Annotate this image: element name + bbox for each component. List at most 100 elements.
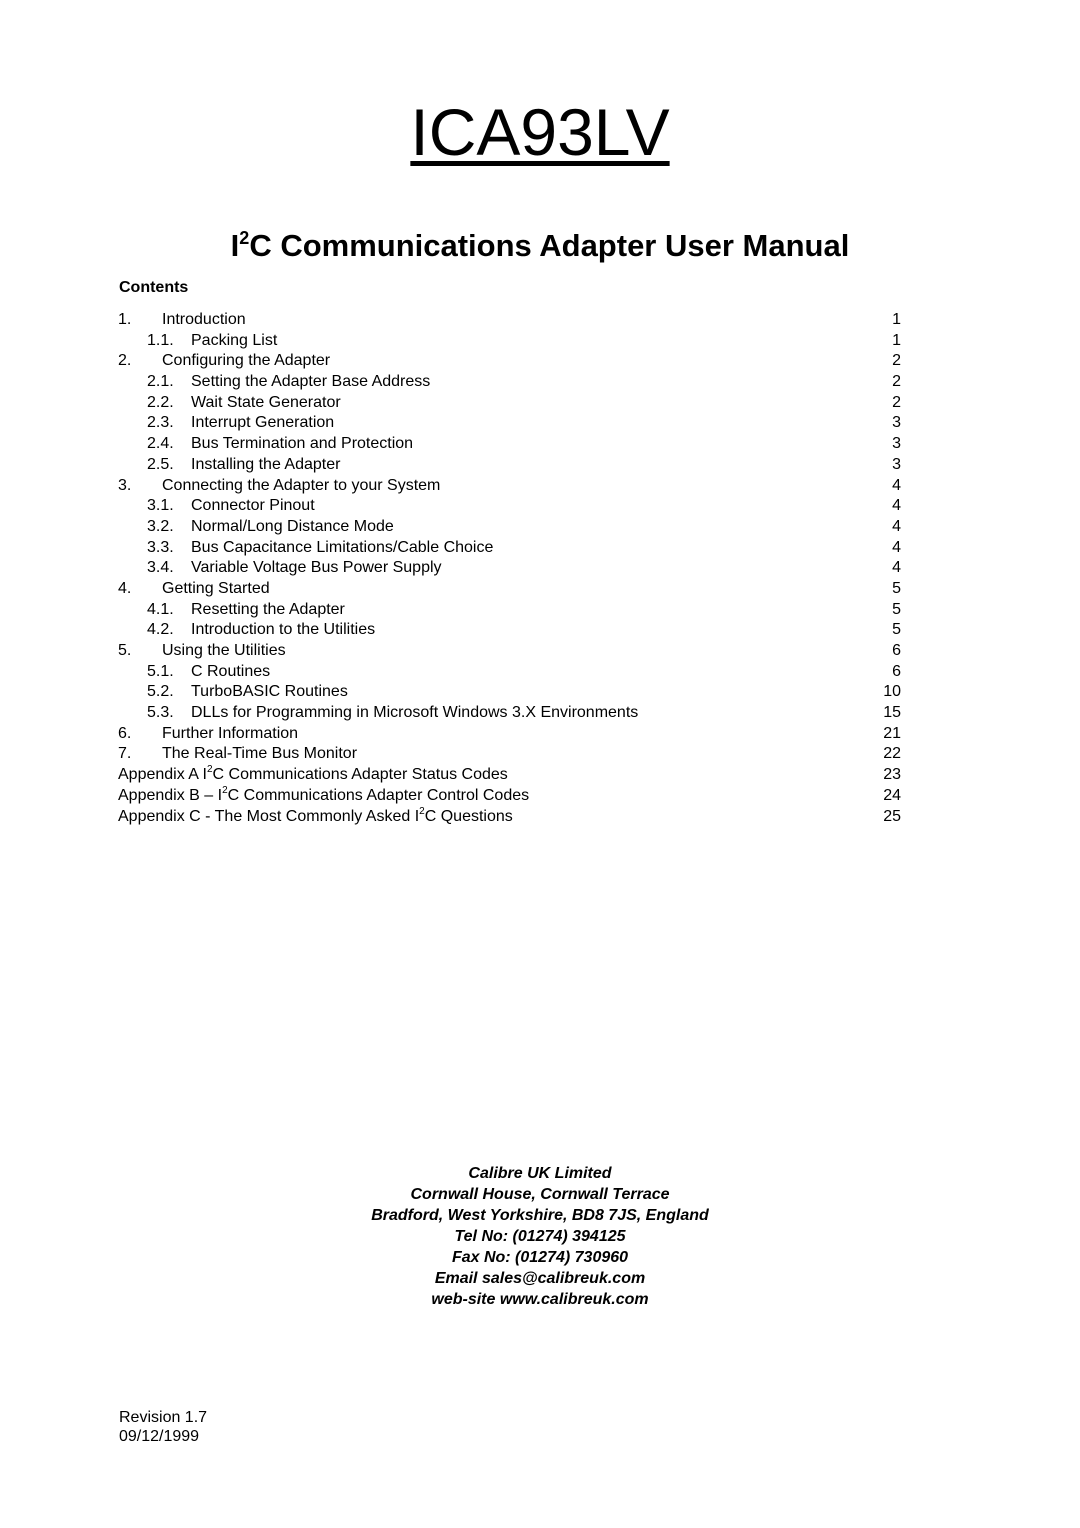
toc-entry-page: 3 <box>892 435 901 453</box>
toc-entry[interactable]: 6. Further Information 21 <box>118 724 904 745</box>
subtitle-superscript: 2 <box>239 228 250 248</box>
toc-entry[interactable]: 3.3. Bus Capacitance Limitations/Cable Ch… <box>118 538 904 559</box>
document-title: ICA93LV <box>410 95 670 169</box>
toc-entry-page: 23 <box>883 766 901 784</box>
company-address: Calibre UK Limited Cornwall House, Cornw… <box>0 1163 1080 1310</box>
toc-entry[interactable]: 1. Introduction 1 <box>118 310 904 331</box>
toc-entry-page: 1 <box>892 311 901 328</box>
subtitle-rest: C Communications Adapter User Manual <box>249 228 850 263</box>
toc-entry-page: 5 <box>892 600 901 618</box>
toc-entry-number: 3.3. <box>147 538 174 556</box>
toc-title-pre: Appendix C - The Most Commonly Asked I <box>118 807 420 825</box>
toc-entry-title: Normal/Long Distance Mode <box>191 517 394 535</box>
toc-entry[interactable]: 5.2. TurboBASIC Routines 10 <box>118 682 904 703</box>
toc-entry[interactable]: 5. Using the Utilities 6 <box>118 641 904 662</box>
toc-entry-number: 5.2. <box>147 683 174 701</box>
toc-entry-page: 4 <box>892 497 901 515</box>
toc-entry-number: 4. <box>118 579 132 597</box>
revision-label: Revision 1.7 <box>119 1409 208 1426</box>
toc-entry[interactable]: 2.1. Setting the Adapter Base Address 2 <box>118 372 904 393</box>
toc-entry[interactable]: 2.4. Bus Termination and Protection 3 <box>118 434 904 455</box>
toc-entry-page: 10 <box>883 683 901 701</box>
toc-entry[interactable]: Appendix B – I2C Communications Adapter … <box>118 785 904 807</box>
toc-entry[interactable]: 3.1. Connector Pinout 4 <box>118 496 904 517</box>
toc-entry-page: 22 <box>883 745 901 763</box>
toc-title-post: C Communications Adapter Status Codes <box>212 766 508 784</box>
toc-entry-page: 4 <box>892 538 901 556</box>
toc-entry-number: 1.1. <box>147 331 174 349</box>
toc-entry-number: 4.1. <box>147 600 174 618</box>
toc-entry-page: 25 <box>883 807 901 825</box>
toc-entry-page: 4 <box>892 559 901 577</box>
telephone: Tel No: (01274) 394125 <box>454 1228 626 1245</box>
toc-entry[interactable]: Appendix C - The Most Commonly Asked I2C… <box>118 806 904 828</box>
toc-entry-title: Setting the Adapter Base Address <box>191 373 431 391</box>
toc-entry-page: 5 <box>892 579 901 597</box>
toc-entry[interactable]: 2. Configuring the Adapter 2 <box>118 351 904 372</box>
toc-entry-title: Appendix C - The Most Commonly Asked I2C… <box>118 806 513 828</box>
toc-entry-title: Configuring the Adapter <box>162 352 331 370</box>
toc-entry-title: DLLs for Programming in Microsoft Window… <box>191 704 639 722</box>
toc-entry-page: 4 <box>892 476 901 494</box>
address-line-1: Cornwall House, Cornwall Terrace <box>410 1186 670 1203</box>
toc-entry[interactable]: 2.3. Interrupt Generation 3 <box>118 413 904 434</box>
toc-entry[interactable]: 3.4. Variable Voltage Bus Power Supply 4 <box>118 558 904 579</box>
toc-entry-number: 2. <box>118 352 132 370</box>
toc-entry-page: 3 <box>892 414 901 432</box>
toc-entry-title: Bus Termination and Protection <box>191 435 414 453</box>
toc-title-post: C Communications Adapter Control Codes <box>227 786 530 804</box>
toc-entry-page: 6 <box>892 662 901 680</box>
toc-entry-title: Getting Started <box>162 579 270 597</box>
toc-entry-page: 15 <box>883 704 901 722</box>
toc-entry[interactable]: 4.1. Resetting the Adapter 5 <box>118 600 904 621</box>
document-subtitle: I2C Communications Adapter User Manual <box>0 226 1080 266</box>
toc-entry[interactable]: 5.1. C Routines 6 <box>118 662 904 683</box>
toc-entry-title: Further Information <box>162 724 299 742</box>
toc-entry-number: 2.4. <box>147 435 174 453</box>
toc-entry-page: 3 <box>892 455 901 473</box>
fax: Fax No: (01274) 730960 <box>451 1249 629 1266</box>
toc-entry-page: 6 <box>892 642 901 659</box>
toc-entry-title: The Real-Time Bus Monitor <box>162 745 358 763</box>
toc-entry-number: 3.2. <box>147 517 174 535</box>
toc-entry-number: 5.1. <box>147 662 174 680</box>
toc-entry-title: Installing the Adapter <box>191 455 341 473</box>
subtitle-prefix: I <box>230 228 240 263</box>
toc-entry[interactable]: 3.2. Normal/Long Distance Mode 4 <box>118 517 904 538</box>
toc-entry-title: Variable Voltage Bus Power Supply <box>191 559 442 577</box>
toc-entry-number: 2.2. <box>147 393 174 411</box>
toc-entry-title: C Routines <box>191 662 271 680</box>
toc-entry-title: Appendix B – I2C Communications Adapter … <box>118 785 530 807</box>
toc-entry-number: 1. <box>118 311 132 328</box>
toc-entry-page: 2 <box>892 373 901 391</box>
toc-entry-number: 2.1. <box>147 373 174 391</box>
toc-entry-title: Introduction to the Utilities <box>191 621 376 639</box>
toc-title-post: C Questions <box>424 807 513 825</box>
toc-entry-title: Connecting the Adapter to your System <box>162 476 441 494</box>
toc-entry-page: 4 <box>892 517 901 535</box>
toc-entry-title: Packing List <box>191 331 278 349</box>
toc-entry[interactable]: 3. Connecting the Adapter to your System 4 <box>118 476 904 497</box>
toc-entry[interactable]: 2.2. Wait State Generator 2 <box>118 393 904 414</box>
email: Email sales@calibreuk.com <box>434 1270 646 1287</box>
toc-entry-title: Resetting the Adapter <box>191 600 345 618</box>
toc-entry-title: Introduction <box>162 311 246 328</box>
company-name: Calibre UK Limited <box>468 1165 612 1182</box>
toc-entry[interactable]: 7. The Real-Time Bus Monitor 22 <box>118 744 904 765</box>
toc-entry-page: 2 <box>892 393 901 411</box>
toc-entry-title: Using the Utilities <box>162 642 286 659</box>
toc-entry-number: 2.3. <box>147 414 174 432</box>
toc-entry[interactable]: 4.2. Introduction to the Utilities 5 <box>118 620 904 641</box>
toc-entry[interactable]: Appendix A I2C Communications Adapter St… <box>118 765 904 786</box>
revision-block: Revision 1.7 09/12/1999 <box>119 1408 207 1446</box>
toc-entry[interactable]: 2.5. Installing the Adapter 3 <box>118 455 904 476</box>
toc-entry-number: 5.3. <box>147 704 174 722</box>
toc-entry[interactable]: 1.1. Packing List 1 <box>118 331 904 352</box>
table-of-contents: 1. Introduction 1 1.1. Packing List 1 2. Config… <box>118 310 904 827</box>
website: web-site www.calibreuk.com <box>431 1291 649 1308</box>
toc-entry[interactable]: 5.3. DLLs for Programming in Microsoft Wi… <box>118 703 904 724</box>
toc-entry[interactable]: 4. Getting Started 5 <box>118 579 904 600</box>
toc-entry-title: Interrupt Generation <box>191 414 335 432</box>
toc-entry-title: Wait State Generator <box>191 393 341 411</box>
toc-title-pre: Appendix B – I <box>118 786 223 804</box>
